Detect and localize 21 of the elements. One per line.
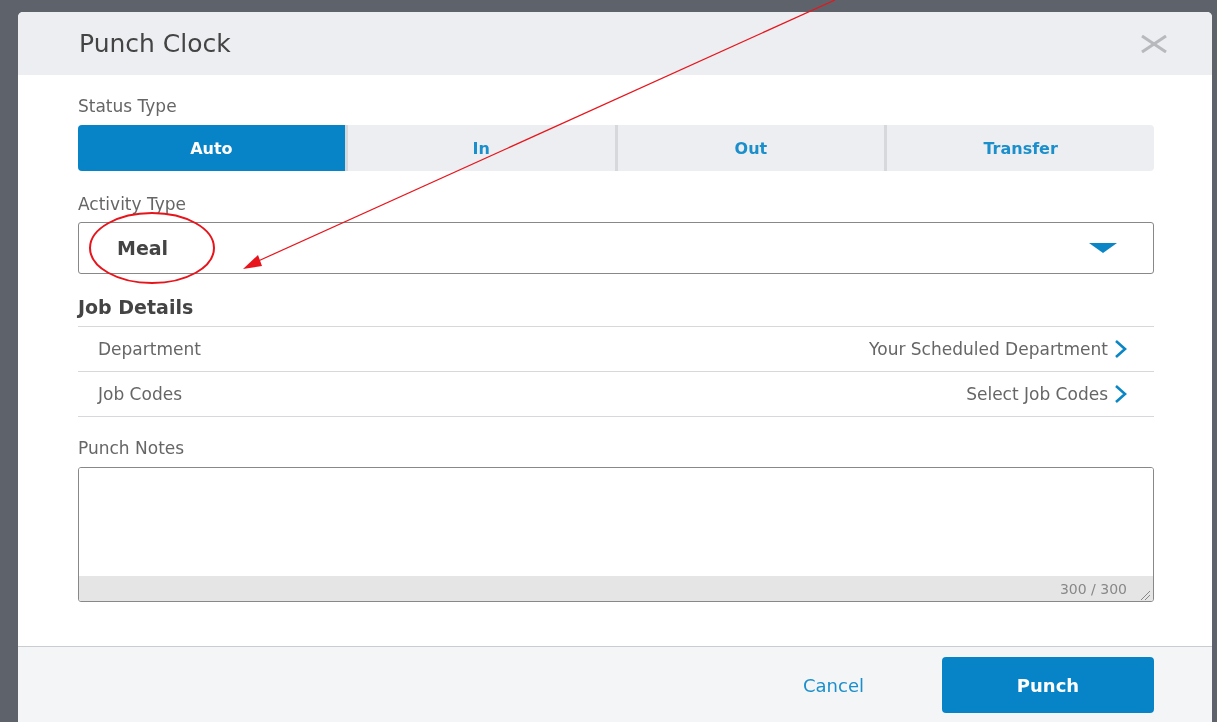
chevron-right-icon	[1114, 384, 1128, 404]
close-icon[interactable]	[1140, 34, 1168, 53]
chevron-right-icon	[1114, 339, 1128, 359]
resize-handle-icon[interactable]	[1139, 589, 1151, 601]
status-tab[interactable]: In	[344, 125, 615, 171]
status-tab[interactable]: Auto	[78, 125, 345, 171]
field-label: Punch Notes	[78, 437, 185, 459]
dialog-title: Punch Clock	[79, 29, 231, 58]
status-tab[interactable]: Transfer	[884, 125, 1154, 171]
detail-row[interactable]: Department Your Scheduled Department	[78, 327, 1154, 372]
status-tab[interactable]: Out	[614, 125, 885, 171]
character-counter: 300 / 300	[1059, 580, 1127, 597]
caret-icon	[1089, 242, 1117, 254]
punch-button[interactable]: Punch	[942, 657, 1154, 713]
section-title: Job Details	[78, 295, 194, 320]
detail-row[interactable]: Job Codes Select Job Codes	[78, 372, 1154, 417]
cancel-link[interactable]: Cancel	[797, 674, 870, 697]
activity-dropdown[interactable]: Meal	[78, 222, 1154, 274]
notes-textarea[interactable]: 300 / 300	[78, 467, 1154, 602]
field-label: Activity Type	[78, 193, 187, 215]
field-label: Status Type	[78, 95, 177, 117]
